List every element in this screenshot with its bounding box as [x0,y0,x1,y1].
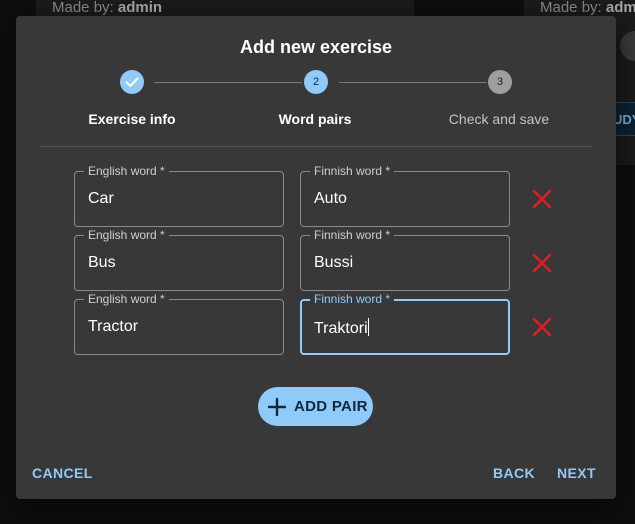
finnish-word-value[interactable]: Traktori [314,318,494,338]
next-button[interactable]: NEXT [557,465,596,481]
step-connector [154,82,302,83]
finnish-word-label: Finnish word * [310,292,395,306]
step-3-indicator: 3 [488,70,512,94]
text-caret [367,318,369,336]
finnish-word-value[interactable]: Auto [314,190,494,208]
delete-pair-close-icon[interactable] [528,249,556,277]
step-2-indicator: 2 [304,70,328,94]
dialog-title: Add new exercise [239,37,393,57]
divider [40,146,592,147]
background-made-by: Made by: admin [52,0,163,16]
add-pair-label: ADD PAIR [294,398,368,415]
english-word-value[interactable]: Tractor [88,318,268,336]
add-exercise-dialog: Add new exercise 2 3 Exercise info Word … [16,16,616,499]
finnish-word-label: Finnish word * [310,164,395,178]
english-word-field[interactable]: English word * Tractor [74,292,284,355]
step-3-label: Check and save [448,111,550,127]
step-2-label: Word pairs [278,111,352,127]
english-word-value[interactable]: Car [88,190,268,208]
finnish-word-value[interactable]: Bussi [314,254,494,272]
english-word-value[interactable]: Bus [88,254,268,272]
add-pair-button[interactable]: ADD PAIR [258,387,373,426]
back-button[interactable]: BACK [493,465,535,481]
english-word-label: English word * [84,228,169,242]
step-1-completed-check-icon [120,70,144,94]
step-connector [339,82,487,83]
english-word-label: English word * [84,164,169,178]
finnish-word-field[interactable]: Finnish word * Auto [300,164,510,227]
cancel-button[interactable]: CANCEL [32,465,93,481]
delete-pair-close-icon[interactable] [528,185,556,213]
finnish-word-label: Finnish word * [310,228,395,242]
delete-pair-close-icon[interactable] [528,313,556,341]
background-made-by: Made by: admin [540,0,635,16]
step-1-label: Exercise info [88,111,176,127]
english-word-field[interactable]: English word * Bus [74,228,284,291]
finnish-word-field[interactable]: Finnish word * Bussi [300,228,510,291]
finnish-word-field-focused[interactable]: Finnish word * Traktori [300,292,510,355]
plus-icon [267,397,287,421]
english-word-label: English word * [84,292,169,306]
english-word-field[interactable]: English word * Car [74,164,284,227]
